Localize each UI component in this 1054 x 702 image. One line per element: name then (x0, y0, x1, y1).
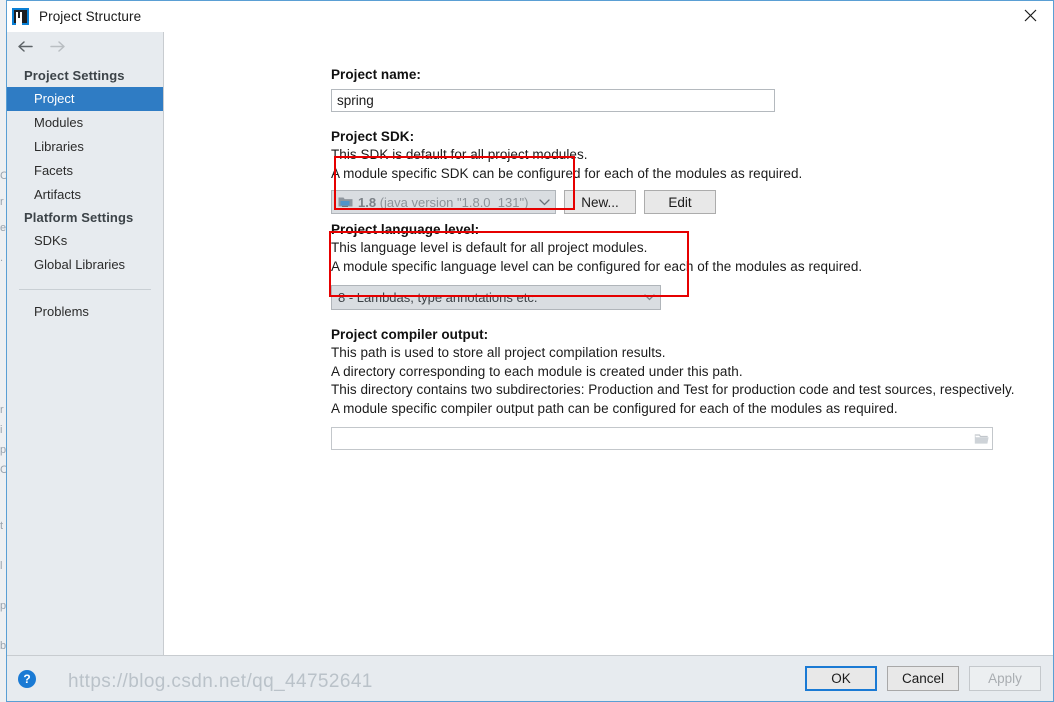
sidebar-navbar (7, 32, 163, 60)
project-language-level-desc-2: A module specific language level can be … (331, 258, 863, 274)
window-titlebar: Project Structure (7, 1, 1053, 32)
compiler-output-desc-2: A directory corresponding to each module… (331, 363, 743, 379)
project-sdk-combobox[interactable]: 1.8 (java version "1.8.0_131") (331, 190, 556, 214)
project-name-label: Project name: (331, 67, 421, 82)
project-sdk-desc-2: A module specific SDK can be configured … (331, 165, 803, 181)
project-name-input[interactable] (331, 89, 775, 112)
sidebar-item-artifacts[interactable]: Artifacts (7, 183, 163, 207)
sidebar-item-libraries[interactable]: Libraries (7, 135, 163, 159)
sidebar-item-list: Project Settings Project Modules Librari… (7, 60, 163, 324)
bg-glyph: r (0, 404, 4, 416)
sdk-folder-icon (338, 196, 353, 208)
compiler-output-desc-4: A module specific compiler output path c… (331, 400, 898, 416)
intellij-idea-logo-icon (12, 7, 29, 25)
close-icon[interactable] (1007, 1, 1053, 30)
sidebar-item-modules[interactable]: Modules (7, 111, 163, 135)
project-sdk-label: Project SDK: (331, 129, 415, 144)
help-question-icon[interactable]: ? (18, 669, 36, 688)
edit-sdk-button[interactable]: Edit (644, 190, 716, 214)
bg-glyph: t (0, 520, 4, 532)
bg-glyph: i (0, 424, 3, 436)
compiler-output-path-input[interactable] (332, 428, 970, 449)
project-language-level-desc-1: This language level is default for all p… (331, 240, 648, 255)
sidebar-item-facets[interactable]: Facets (7, 159, 163, 183)
project-structure-window: Project Structure Project Settings Proje… (6, 0, 1054, 702)
compiler-output-path-field[interactable] (331, 427, 993, 450)
sidebar-group-project-settings: Project Settings (24, 68, 125, 83)
ok-button[interactable]: OK (805, 666, 877, 691)
dialog-body: Project Settings Project Modules Librari… (7, 32, 1053, 655)
project-structure-dialog-screen: C r e . r i p C t l p b Project Structur… (0, 0, 1054, 702)
folder-browse-icon[interactable] (970, 428, 992, 449)
sidebar-item-project[interactable]: Project (7, 87, 163, 111)
project-sdk-row: 1.8 (java version "1.8.0_131") New... Ed… (331, 190, 1053, 214)
chevron-down-icon (537, 198, 551, 206)
new-sdk-button[interactable]: New... (564, 190, 636, 214)
arrow-left-icon[interactable] (15, 36, 35, 56)
project-compiler-output-label: Project compiler output: (331, 327, 489, 342)
project-settings-panel: Project name: Project SDK: This SDK is d… (164, 32, 1053, 655)
bg-glyph: l (0, 560, 3, 572)
project-language-level-combobox[interactable]: 8 - Lambdas, type annotations etc. (331, 285, 661, 310)
apply-button: Apply (969, 666, 1041, 691)
arrow-right-icon (47, 36, 67, 56)
compiler-output-desc-3: This directory contains two subdirectori… (331, 382, 1015, 397)
window-title: Project Structure (39, 8, 142, 24)
sidebar-item-global-libraries[interactable]: Global Libraries (7, 253, 163, 277)
bg-glyph: r (0, 196, 4, 208)
sidebar-group-platform-settings: Platform Settings (24, 210, 134, 225)
project-sdk-desc-1: This SDK is default for all project modu… (331, 147, 588, 162)
dialog-footer: ? OK Cancel Apply (7, 655, 1053, 701)
dialog-action-buttons: OK Cancel Apply (805, 666, 1041, 691)
settings-sidebar: Project Settings Project Modules Librari… (7, 32, 164, 655)
chevron-down-icon (642, 294, 656, 301)
sdk-version: 1.8 (358, 194, 377, 210)
project-language-level-label: Project language level: (331, 222, 480, 237)
bg-glyph: . (0, 252, 4, 264)
compiler-output-desc-1: This path is used to store all project c… (331, 345, 666, 360)
sidebar-item-sdks[interactable]: SDKs (7, 229, 163, 253)
sdk-detail: (java version "1.8.0_131") (379, 194, 529, 210)
project-sdk-value: 1.8 (java version "1.8.0_131") (358, 195, 533, 210)
sidebar-item-problems[interactable]: Problems (7, 300, 163, 324)
project-language-level-value: 8 - Lambdas, type annotations etc. (338, 290, 538, 305)
cancel-button[interactable]: Cancel (887, 666, 959, 691)
sidebar-divider (19, 289, 151, 290)
